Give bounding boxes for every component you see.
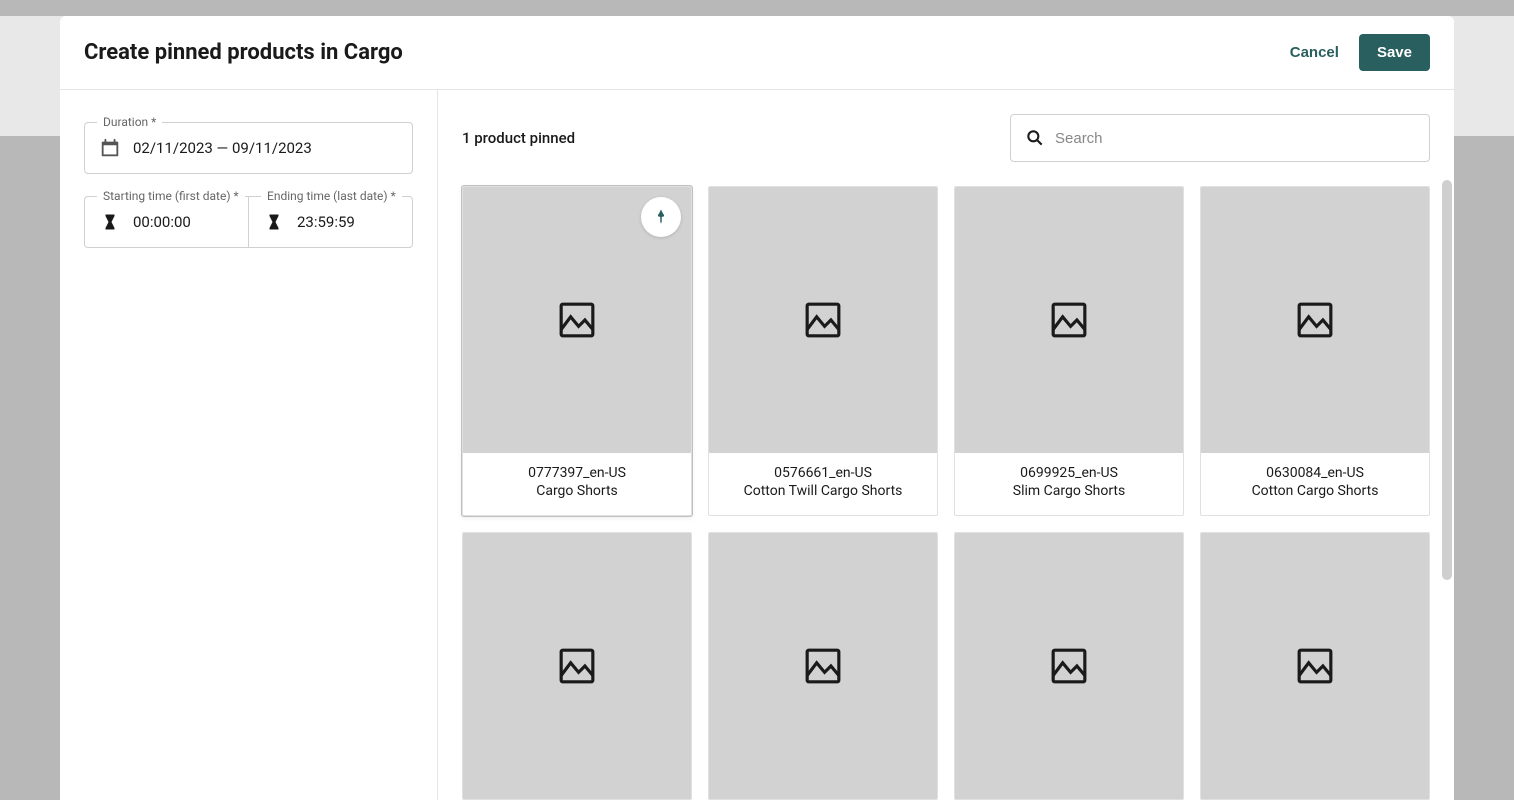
start-time-value: 00:00:00 [133, 213, 191, 231]
save-button[interactable]: Save [1359, 34, 1430, 71]
image-placeholder-icon [804, 301, 842, 339]
pinned-count: 1 product pinned [462, 129, 575, 147]
product-image-placeholder [463, 187, 691, 453]
product-image-placeholder [1201, 533, 1429, 799]
search-wrap[interactable] [1010, 114, 1430, 162]
product-info: 0630084_en-US Cotton Cargo Shorts [1201, 453, 1429, 515]
product-image-placeholder [1201, 187, 1429, 453]
product-card[interactable]: 0630084_en-US Cotton Cargo Shorts [1200, 186, 1430, 516]
image-placeholder-icon [558, 301, 596, 339]
image-placeholder-icon [1296, 647, 1334, 685]
image-placeholder-icon [1050, 301, 1088, 339]
product-name: Cotton Cargo Shorts [1209, 483, 1421, 499]
product-image-placeholder [955, 533, 1183, 799]
product-card[interactable] [708, 532, 938, 800]
scrollbar[interactable] [1442, 180, 1452, 800]
product-image-placeholder [955, 187, 1183, 453]
duration-label: Duration * [97, 115, 162, 129]
time-row: Starting time (first date) * 00:00:00 En… [84, 196, 413, 248]
image-placeholder-icon [804, 647, 842, 685]
start-time-field[interactable]: Starting time (first date) * 00:00:00 [84, 196, 248, 248]
hourglass-icon [99, 211, 121, 233]
product-sku: 0777397_en-US [471, 465, 683, 481]
header-actions: Cancel Save [1290, 34, 1430, 71]
end-time-field[interactable]: Ending time (last date) * 23:59:59 [248, 196, 413, 248]
product-grid: 0777397_en-US Cargo Shorts 0576661_en-US C… [462, 186, 1430, 800]
modal-header: Create pinned products in Cargo Cancel S… [60, 16, 1454, 90]
product-sku: 0699925_en-US [963, 465, 1175, 481]
product-name: Cargo Shorts [471, 483, 683, 499]
modal-title: Create pinned products in Cargo [84, 40, 403, 65]
product-name: Cotton Twill Cargo Shorts [717, 483, 929, 499]
image-placeholder-icon [1296, 301, 1334, 339]
main-header: 1 product pinned [462, 114, 1430, 162]
modal-body: Duration * 02/11/2023 — 09/11/2023 Start… [60, 90, 1454, 800]
duration-field[interactable]: Duration * 02/11/2023 — 09/11/2023 [84, 122, 413, 174]
product-card[interactable] [1200, 532, 1430, 800]
cancel-button[interactable]: Cancel [1290, 44, 1339, 61]
end-time-value: 23:59:59 [297, 213, 355, 231]
product-card[interactable]: 0777397_en-US Cargo Shorts [462, 186, 692, 516]
hourglass-icon [263, 211, 285, 233]
duration-value: 02/11/2023 — 09/11/2023 [133, 139, 312, 157]
product-card[interactable] [462, 532, 692, 800]
end-time-label: Ending time (last date) * [261, 189, 402, 203]
product-card[interactable]: 0576661_en-US Cotton Twill Cargo Shorts [708, 186, 938, 516]
image-placeholder-icon [558, 647, 596, 685]
product-image-placeholder [709, 533, 937, 799]
main-content: 1 product pinned 0777397_en-US Cargo Shor… [438, 90, 1454, 800]
scrollbar-thumb[interactable] [1442, 180, 1452, 580]
sidebar: Duration * 02/11/2023 — 09/11/2023 Start… [60, 90, 438, 800]
product-sku: 0576661_en-US [717, 465, 929, 481]
product-image-placeholder [463, 533, 691, 799]
product-info: 0576661_en-US Cotton Twill Cargo Shorts [709, 453, 937, 515]
product-card[interactable]: 0699925_en-US Slim Cargo Shorts [954, 186, 1184, 516]
image-placeholder-icon [1050, 647, 1088, 685]
product-info: 0699925_en-US Slim Cargo Shorts [955, 453, 1183, 515]
pin-icon [652, 208, 670, 226]
search-input[interactable] [1055, 130, 1415, 147]
pin-badge[interactable] [641, 197, 681, 237]
search-icon [1025, 128, 1045, 148]
product-name: Slim Cargo Shorts [963, 483, 1175, 499]
product-image-placeholder [709, 187, 937, 453]
product-card[interactable] [954, 532, 1184, 800]
product-info: 0777397_en-US Cargo Shorts [463, 453, 691, 515]
start-time-label: Starting time (first date) * [97, 189, 245, 203]
product-sku: 0630084_en-US [1209, 465, 1421, 481]
pinned-products-modal: Create pinned products in Cargo Cancel S… [60, 16, 1454, 800]
calendar-icon [99, 137, 121, 159]
